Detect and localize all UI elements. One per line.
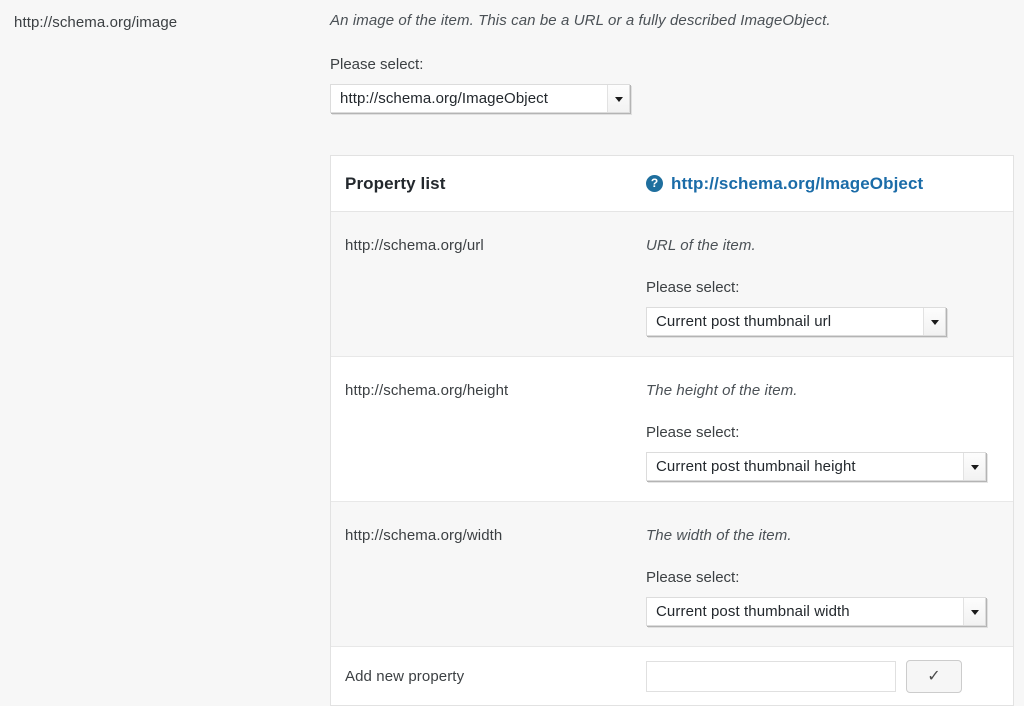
property-value-select[interactable]: Current post thumbnail url bbox=[646, 307, 946, 336]
table-row: http://schema.org/width The width of the… bbox=[331, 502, 1013, 647]
root-property-section: http://schema.org/image An image of the … bbox=[0, 0, 1024, 706]
root-property-detail: An image of the item. This can be a URL … bbox=[330, 11, 1010, 113]
property-list-type: ? http://schema.org/ImageObject bbox=[646, 174, 1013, 194]
property-description: The width of the item. bbox=[646, 527, 792, 544]
property-name: http://schema.org/url bbox=[345, 237, 484, 254]
root-type-select-value: http://schema.org/ImageObject bbox=[340, 90, 548, 107]
add-new-property-controls: ✓ bbox=[646, 659, 1013, 693]
property-detail: The width of the item. Please select: Cu… bbox=[646, 502, 1013, 646]
root-type-select[interactable]: http://schema.org/ImageObject bbox=[330, 84, 630, 113]
add-new-property-row: Add new property ✓ bbox=[331, 647, 1013, 705]
property-select-label: Please select: bbox=[646, 569, 740, 586]
root-property-description: An image of the item. This can be a URL … bbox=[330, 12, 831, 29]
table-row: http://schema.org/height The height of t… bbox=[331, 357, 1013, 502]
property-value-select[interactable]: Current post thumbnail width bbox=[646, 597, 986, 626]
property-detail: The height of the item. Please select: C… bbox=[646, 357, 1013, 501]
property-select-label: Please select: bbox=[646, 279, 740, 296]
property-description: URL of the item. bbox=[646, 237, 756, 254]
property-list-title: Property list bbox=[345, 173, 446, 193]
property-detail: URL of the item. Please select: Current … bbox=[646, 212, 1013, 356]
table-row: http://schema.org/url URL of the item. P… bbox=[331, 212, 1013, 357]
chevron-down-icon bbox=[923, 308, 945, 335]
property-select-label: Please select: bbox=[646, 424, 740, 441]
property-value-select-value: Current post thumbnail width bbox=[656, 603, 850, 620]
root-property-name: http://schema.org/image bbox=[14, 14, 178, 31]
property-name: http://schema.org/height bbox=[345, 382, 509, 399]
property-value-select[interactable]: Current post thumbnail height bbox=[646, 452, 986, 481]
property-value-select-value: Current post thumbnail url bbox=[656, 313, 832, 330]
schema-type-link[interactable]: http://schema.org/ImageObject bbox=[671, 174, 923, 194]
question-mark-circle-icon[interactable]: ? bbox=[646, 175, 663, 192]
property-description: The height of the item. bbox=[646, 382, 798, 399]
add-new-property-label: Add new property bbox=[345, 667, 465, 685]
checkmark-icon[interactable]: ✓ bbox=[906, 659, 962, 693]
add-new-property-input[interactable] bbox=[646, 660, 896, 692]
chevron-down-icon bbox=[963, 598, 985, 625]
chevron-down-icon bbox=[607, 85, 629, 112]
root-select-label: Please select: bbox=[330, 56, 424, 73]
chevron-down-icon bbox=[963, 453, 985, 480]
property-name: http://schema.org/width bbox=[345, 527, 503, 544]
property-value-select-value: Current post thumbnail height bbox=[656, 458, 856, 475]
property-list-table: Property list ? http://schema.org/ImageO… bbox=[330, 155, 1014, 706]
property-list-header: Property list ? http://schema.org/ImageO… bbox=[331, 156, 1013, 212]
